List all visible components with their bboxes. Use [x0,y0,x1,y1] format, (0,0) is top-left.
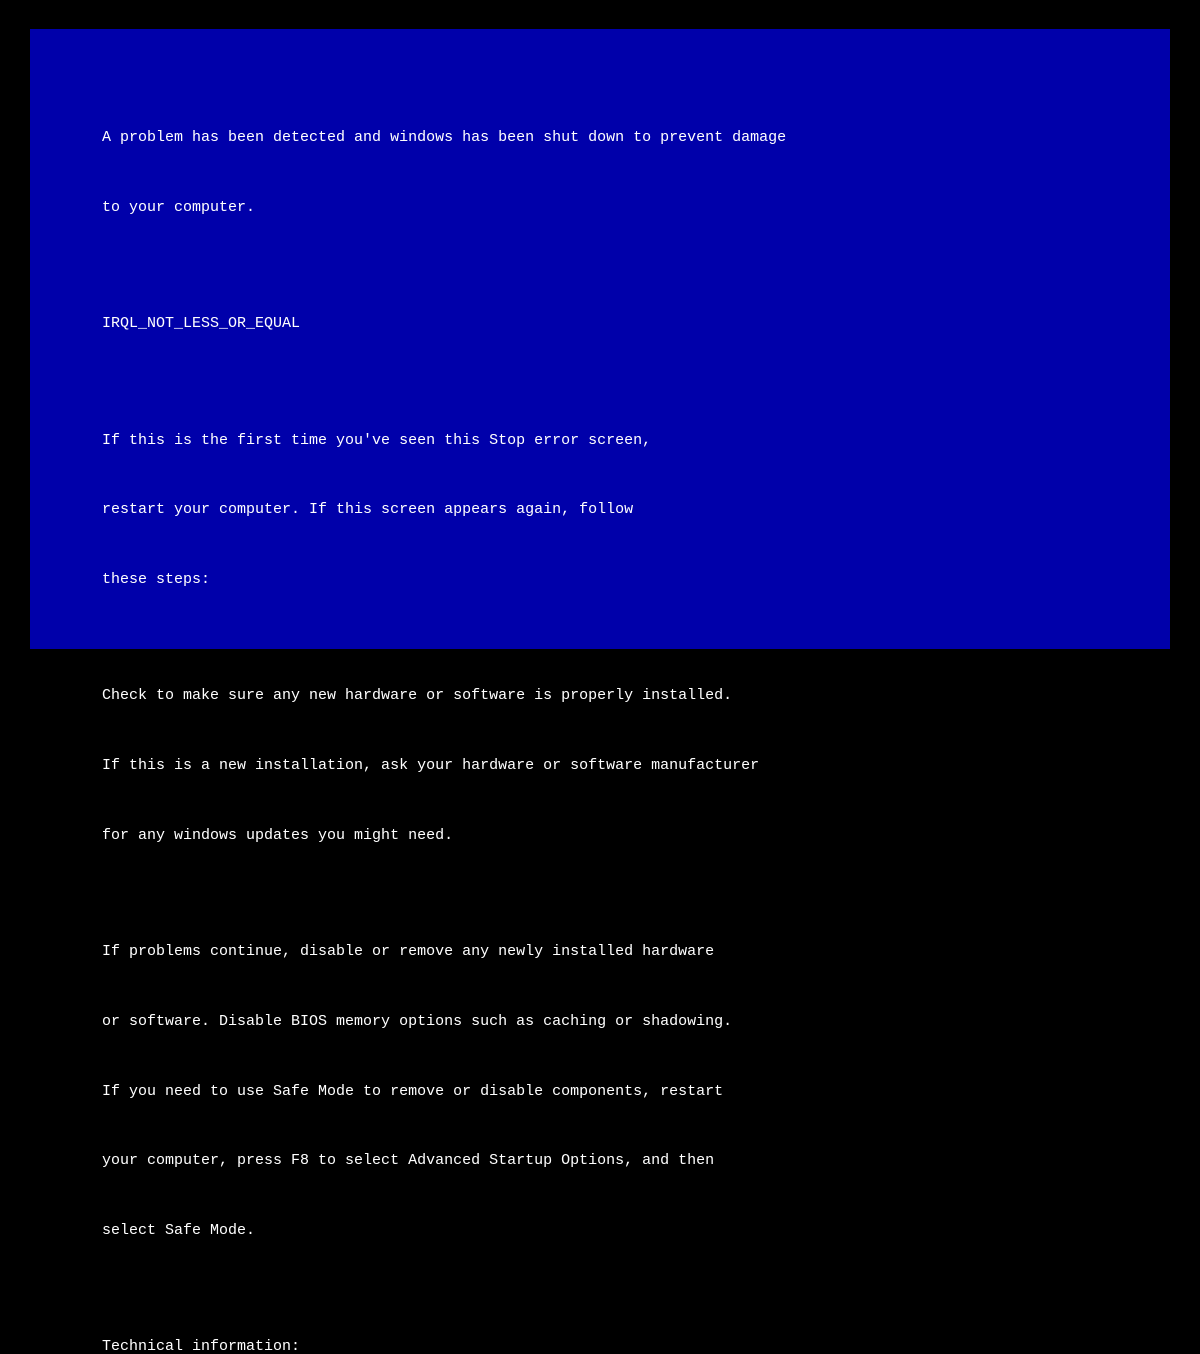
tech-header: Technical information: [102,1338,300,1354]
header-line1: A problem has been detected and windows … [102,129,786,146]
bsod-screen: A problem has been detected and windows … [30,29,1170,649]
problems-2: or software. Disable BIOS memory options… [102,1013,732,1030]
check-1: Check to make sure any new hardware or s… [102,687,732,704]
problems-4: your computer, press F8 to select Advanc… [102,1152,714,1169]
header-line2: to your computer. [102,199,255,216]
problems-5: select Safe Mode. [102,1222,255,1239]
first-time-1: If this is the first time you've seen th… [102,432,651,449]
check-2: If this is a new installation, ask your … [102,757,759,774]
error-code: IRQL_NOT_LESS_OR_EQUAL [102,315,300,332]
first-time-3: these steps: [102,571,210,588]
problems-1: If problems continue, disable or remove … [102,943,714,960]
problems-3: If you need to use Safe Mode to remove o… [102,1083,723,1100]
check-3: for any windows updates you might need. [102,827,453,844]
first-time-2: restart your computer. If this screen ap… [102,501,633,518]
bsod-content: A problem has been detected and windows … [66,103,1134,1354]
